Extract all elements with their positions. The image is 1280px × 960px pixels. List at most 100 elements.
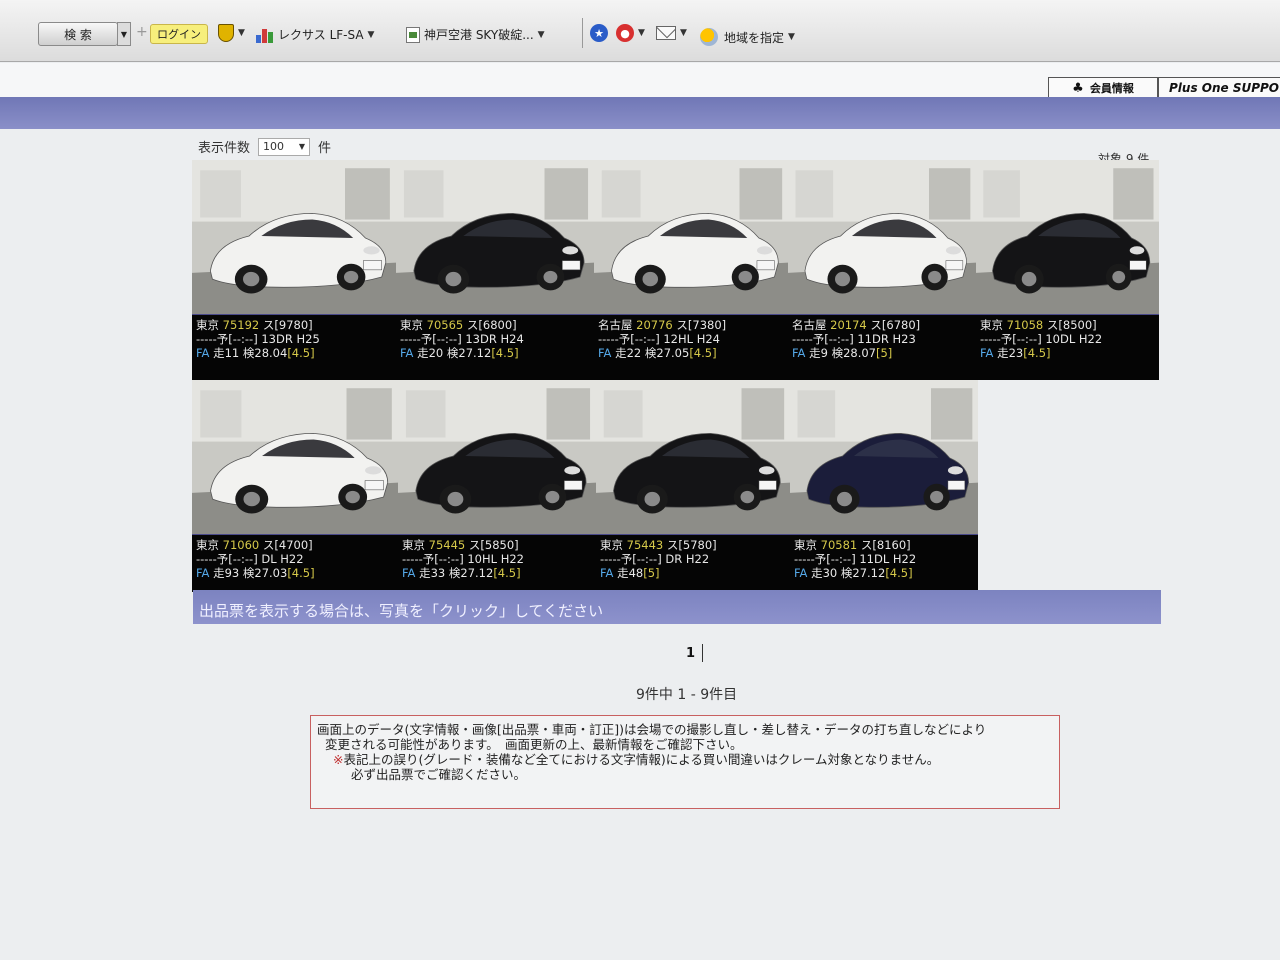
car-photo	[788, 160, 976, 314]
car-code: ス[5780]	[666, 538, 717, 552]
car-photo-link[interactable]	[192, 160, 396, 314]
car-photo	[976, 160, 1159, 314]
chevron-down-icon: ▼	[238, 28, 245, 38]
car-info: 東京 71060 ス[4700] -----予[--:--] DL H22 FA 走…	[192, 534, 398, 592]
car-code: ス[5850]	[468, 538, 519, 552]
disclaimer-line: 画面上のデータ(文字情報・画像[出品票・車両・訂正])は会場での撮影し直し・差し…	[317, 722, 987, 737]
car-photo-link[interactable]	[192, 380, 398, 534]
car-info-line3: FA 走20 検27.12[4.5]	[400, 346, 590, 360]
mail-icon	[656, 26, 676, 40]
per-page-label: 表示件数	[198, 141, 251, 156]
car-card[interactable]: 東京 75445 ス[5850] -----予[--:--] 10HL H22 FA…	[398, 380, 596, 592]
car-info-line3: FA 走33 検27.12[4.5]	[402, 566, 592, 580]
car-info-line3: FA 走93 検27.03[4.5]	[196, 566, 394, 580]
car-fa-tag: FA	[598, 346, 612, 360]
car-lot-number: 70581	[820, 538, 858, 552]
disclaimer-line: 変更される可能性があります。 画面更新の上、最新情報をご確認下さい。	[325, 737, 743, 752]
car-location: 東京	[196, 318, 219, 332]
chart-icon	[256, 27, 273, 43]
kobe-news-label: 神戸空港 SKY破綻...	[424, 28, 534, 42]
car-info: 東京 70565 ス[6800] -----予[--:--] 13DR H24 FA…	[396, 314, 594, 380]
click-photo-notice: 出品票を表示する場合は、写真を「クリック」してください	[193, 590, 1161, 624]
car-info: 東京 75445 ス[5850] -----予[--:--] 10HL H22 FA…	[398, 534, 596, 592]
car-mileage-inspection: 走9 検28.07	[809, 346, 876, 360]
car-info-line3: FA 走11 検28.04[4.5]	[196, 346, 392, 360]
car-location: 東京	[600, 538, 623, 552]
car-photo-link[interactable]	[396, 160, 594, 314]
car-info-line3: FA 走22 検27.05[4.5]	[598, 346, 784, 360]
car-info-line3: FA 走30 検27.12[4.5]	[794, 566, 974, 580]
car-code: ス[8160]	[860, 538, 911, 552]
car-photo	[398, 380, 596, 534]
lexus-bookmark[interactable]: レクサス LF-SA ▼	[256, 26, 374, 43]
car-fa-tag: FA	[196, 566, 210, 580]
car-photo-link[interactable]	[788, 160, 976, 314]
chevron-down-icon: ▼	[298, 142, 306, 151]
member-info-button[interactable]: ♣ 会員情報	[1048, 77, 1158, 99]
car-card[interactable]: 東京 70565 ス[6800] -----予[--:--] 13DR H24 FA…	[396, 160, 594, 380]
car-card[interactable]: 名古屋 20776 ス[7380] -----予[--:--] 12HL H24 F…	[594, 160, 788, 380]
kobe-news-bookmark[interactable]: 神戸空港 SKY破綻... ▼	[406, 26, 545, 43]
car-card[interactable]: 東京 71058 ス[8500] -----予[--:--] 10DL H22 FA…	[976, 160, 1159, 380]
car-fa-tag: FA	[402, 566, 416, 580]
car-mileage-inspection: 走93 検27.03	[213, 566, 288, 580]
pager-separator	[702, 644, 703, 662]
login-button[interactable]: ログイン	[150, 24, 208, 44]
car-location: 東京	[196, 538, 219, 552]
car-fa-tag: FA	[792, 346, 806, 360]
car-info-line1: 東京 75445 ス[5850]	[402, 538, 592, 552]
disclaimer-line: 必ず出品票でご確認ください。	[351, 767, 527, 782]
mail-menu[interactable]: ▼	[656, 26, 687, 40]
car-info-line1: 東京 70581 ス[8160]	[794, 538, 974, 552]
member-info-label: 会員情報	[1089, 82, 1134, 95]
car-info-line1: 東京 75192 ス[9780]	[196, 318, 392, 332]
car-info-line1: 東京 71060 ス[4700]	[196, 538, 394, 552]
car-location: 名古屋	[792, 318, 827, 332]
search-dropdown-arrow[interactable]: ▼	[117, 22, 131, 46]
search-button[interactable]: 検 索	[38, 22, 118, 46]
car-mileage-inspection: 走22 検27.05	[615, 346, 690, 360]
toolbar-separator	[582, 18, 583, 48]
car-lot-number: 75192	[222, 318, 260, 332]
car-card[interactable]: 東京 71060 ス[4700] -----予[--:--] DL H22 FA 走…	[192, 380, 398, 592]
car-info: 東京 71058 ス[8500] -----予[--:--] 10DL H22 FA…	[976, 314, 1159, 380]
car-card[interactable]: 東京 70581 ス[8160] -----予[--:--] 11DL H22 FA…	[790, 380, 978, 592]
car-code: ス[6780]	[870, 318, 921, 332]
car-location: 東京	[402, 538, 425, 552]
car-photo-link[interactable]	[976, 160, 1159, 314]
per-page-select[interactable]: 100 ▼	[258, 137, 311, 156]
car-grade: [4.5]	[287, 346, 315, 360]
car-lot-number: 20776	[636, 318, 673, 332]
car-card[interactable]: 東京 75192 ス[9780] -----予[--:--] 13DR H25 FA…	[192, 160, 396, 380]
car-card[interactable]: 東京 75443 ス[5780] -----予[--:--] DR H22 FA 走…	[596, 380, 790, 592]
car-lot-number: 75445	[428, 538, 466, 552]
per-page-unit: 件	[318, 141, 332, 156]
region-selector[interactable]: 地域を指定 ▼	[700, 28, 795, 46]
car-info: 名古屋 20776 ス[7380] -----予[--:--] 12HL H24 F…	[594, 314, 788, 380]
car-info-line2: -----予[--:--] DR H22	[600, 552, 710, 566]
chevron-down-icon: ▼	[638, 28, 645, 38]
plus-one-support-button[interactable]: Plus One SUPPO	[1158, 77, 1280, 99]
plus-icon: +	[136, 24, 148, 40]
disclaimer-box: 画面上のデータ(文字情報・画像[出品票・車両・訂正])は会場での撮影し直し・差し…	[310, 715, 1060, 809]
car-photo-link[interactable]	[594, 160, 788, 314]
car-location: 東京	[400, 318, 423, 332]
shield-menu[interactable]: ▼	[218, 24, 245, 42]
region-label: 地域を指定	[724, 30, 785, 45]
car-info-line2: -----予[--:--] DL H22	[196, 552, 304, 566]
car-info-line3: FA 走9 検28.07[5]	[792, 346, 972, 360]
car-code: ス[7380]	[676, 318, 727, 332]
per-page-control: 表示件数 100 ▼ 件	[198, 137, 331, 156]
car-mileage-inspection: 走11 検28.04	[213, 346, 288, 360]
car-photo-link[interactable]	[790, 380, 978, 534]
car-photo-link[interactable]	[596, 380, 790, 534]
car-code: ス[9780]	[262, 318, 313, 332]
car-photo-link[interactable]	[398, 380, 596, 534]
car-card[interactable]: 名古屋 20174 ス[6780] -----予[--:--] 11DR H23 F…	[788, 160, 976, 380]
page-link-current[interactable]: 1	[686, 646, 695, 661]
favorites-menu[interactable]: ★ ● ▼	[590, 24, 645, 42]
car-info-line1: 名古屋 20776 ス[7380]	[598, 318, 784, 332]
car-mileage-inspection: 走23	[997, 346, 1024, 360]
car-fa-tag: FA	[400, 346, 414, 360]
car-info-line2: -----予[--:--] 11DR H23	[792, 332, 916, 346]
